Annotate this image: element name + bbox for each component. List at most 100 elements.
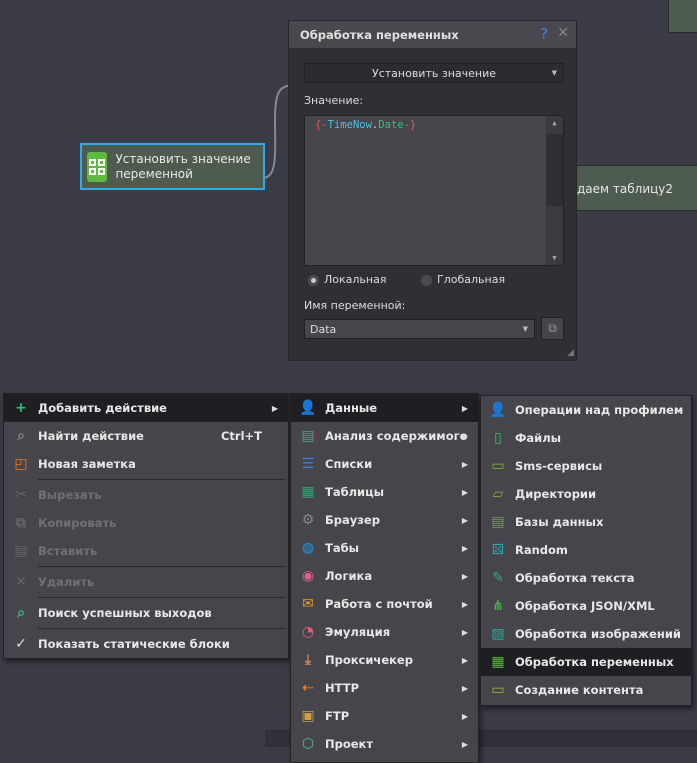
menu-item[interactable]: ▭ Создание контента xyxy=(481,676,691,704)
action-select[interactable]: Установить значение ▼ xyxy=(304,63,564,83)
copy-icon: ⧉ xyxy=(16,515,26,531)
radio-local[interactable]: Локальная xyxy=(307,273,386,287)
file-icon: ▯ xyxy=(494,430,502,446)
menu-item[interactable]: ⋔ Обработка JSON/XML xyxy=(481,592,691,620)
menu-separator xyxy=(38,566,285,567)
menu-item[interactable]: ⧉ Копировать xyxy=(4,509,288,537)
menu-separator xyxy=(38,479,285,480)
menu-item[interactable]: ⤓ Проксичекер ▶ xyxy=(291,646,478,674)
tree-icon: ⋔ xyxy=(492,598,504,614)
menu-item[interactable]: ⌕ Найти действие Ctrl+T xyxy=(4,422,288,450)
menu-item-label: Работа с почтой xyxy=(325,597,433,611)
scrollbar[interactable]: ▲ ▼ xyxy=(546,116,563,265)
chevron-right-icon: ▶ xyxy=(461,403,468,413)
menu-item-label: Поиск успешных выходов xyxy=(38,606,212,620)
chevron-right-icon: ▶ xyxy=(461,431,468,441)
cube-icon: ⬡ xyxy=(301,736,315,752)
menu-item-label: Файлы xyxy=(515,431,562,445)
scroll-down-icon[interactable]: ▼ xyxy=(546,254,563,262)
menu-item[interactable]: ▦ Таблицы ▶ xyxy=(291,478,478,506)
canvas-node-set-variable[interactable]: Установить значение переменной xyxy=(80,143,265,190)
menu-item[interactable]: ▯ Файлы xyxy=(481,424,691,452)
menu-item[interactable]: 👤 Операции над профилем xyxy=(481,396,691,424)
menu-item-label: Обработка JSON/XML xyxy=(515,599,655,613)
menu-item-label: Обработка текста xyxy=(515,571,635,585)
menu-item[interactable]: ◰ Новая заметка xyxy=(4,450,288,478)
menu-item[interactable]: ⚙ Браузер ▶ xyxy=(291,506,478,534)
menu-item-label: Random xyxy=(515,543,568,557)
menu-item-label: Таблицы xyxy=(325,485,385,499)
copy-button[interactable]: ⧉ xyxy=(541,317,564,340)
download-icon: ⤓ xyxy=(304,652,312,668)
varname-value: Data xyxy=(310,322,337,336)
chevron-right-icon: ▶ xyxy=(461,683,468,693)
action-select-value: Установить значение xyxy=(372,66,496,80)
menu-item-label: Табы xyxy=(325,541,360,555)
token: -} xyxy=(403,119,417,131)
gear-icon: ⚙ xyxy=(301,512,315,528)
menu-item[interactable]: ▭ Sms-сервисы xyxy=(481,452,691,480)
menu-item[interactable]: ▦ Обработка переменных xyxy=(481,648,691,676)
node-label: Установить значение переменной xyxy=(115,151,251,181)
menu-item[interactable]: ✎ Обработка текста xyxy=(481,564,691,592)
menu-item[interactable]: ✓ Показать статические блоки xyxy=(4,630,288,658)
scroll-up-icon[interactable]: ▲ xyxy=(546,119,563,127)
menu-item-label: Проект xyxy=(325,737,374,751)
dialog-titlebar[interactable]: Обработка переменных xyxy=(289,21,576,48)
menu-item-label: Браузер xyxy=(325,513,380,527)
menu-item[interactable]: ⇠ HTTP ▶ xyxy=(291,674,478,702)
help-icon[interactable]: ? xyxy=(540,25,548,43)
menu-item[interactable]: ▱ Директории xyxy=(481,480,691,508)
menu-item[interactable]: ✉ Работа с почтой ▶ xyxy=(291,590,478,618)
variables-grid-icon xyxy=(87,151,108,182)
list-icon: ☰ xyxy=(301,456,315,472)
menu-item-label: FTP xyxy=(325,709,350,723)
menu-item-label: Данные xyxy=(325,401,378,415)
chat-icon: ▭ xyxy=(491,458,505,474)
menu-item-label: Удалить xyxy=(38,575,95,589)
token: {- xyxy=(315,119,328,131)
token: TimeNow xyxy=(327,119,372,131)
canvas-node-table[interactable]: даем таблицу2 xyxy=(568,165,697,211)
folder-icon: ▱ xyxy=(492,486,504,502)
menu-item[interactable]: ▤ Анализ содержимого ▶ xyxy=(291,422,478,450)
table-icon: ▦ xyxy=(301,484,315,500)
menu-item-label: Добавить действие xyxy=(38,401,167,415)
menu-item[interactable]: ◍ Табы ▶ xyxy=(291,534,478,562)
menu-item[interactable]: ▤ Вставить xyxy=(4,537,288,565)
mail-icon: ✉ xyxy=(302,596,314,612)
menu-item[interactable]: ◔ Эмуляция ▶ xyxy=(291,618,478,646)
value-label: Значение: xyxy=(304,94,364,107)
menu-item[interactable]: ✂ Вырезать xyxy=(4,481,288,509)
menu-item[interactable]: ⌕ Поиск успешных выходов xyxy=(4,599,288,627)
menu-item-label: Новая заметка xyxy=(38,457,136,471)
radio-icon xyxy=(307,273,320,287)
menu-item[interactable]: ◉ Логика ▶ xyxy=(291,562,478,590)
value-textarea[interactable]: {-TimeNow.Date-} ▲ ▼ xyxy=(304,115,564,266)
radio-global[interactable]: Глобальная xyxy=(420,273,505,287)
dialog-title: Обработка переменных xyxy=(300,27,459,42)
menu-item[interactable]: ▨ Обработка изображений xyxy=(481,620,691,648)
menu-item[interactable]: + Добавить действие ▶ xyxy=(4,394,288,422)
menu-item[interactable]: ▤ Базы данных xyxy=(481,508,691,536)
note-icon: ◰ xyxy=(14,456,28,472)
menu-item[interactable]: ▣ FTP ▶ xyxy=(291,702,478,730)
varname-select[interactable]: Data ▼ xyxy=(304,319,535,339)
menu-item[interactable]: ☰ Списки ▶ xyxy=(291,450,478,478)
menu-item[interactable]: ✕ Удалить xyxy=(4,568,288,596)
resize-grip-icon[interactable]: ◢ xyxy=(567,348,574,358)
menu-item[interactable]: ⚄ Random xyxy=(481,536,691,564)
add-action-submenu: 👤 Данные ▶ ▤ Анализ содержимого ▶ ☰ Списки ▶ ▦ Таб… xyxy=(290,393,479,763)
menu-item-label: Анализ содержимого xyxy=(325,429,468,443)
menu-item-label: Директории xyxy=(515,487,597,501)
close-icon[interactable]: ✕ xyxy=(557,25,569,41)
menu-item-label: HTTP xyxy=(325,681,360,695)
menu-item[interactable]: 👤 Данные ▶ xyxy=(291,394,478,422)
user-icon: 👤 xyxy=(489,402,507,418)
canvas-node-top-right[interactable] xyxy=(668,0,697,33)
chevron-right-icon: ▶ xyxy=(461,543,468,553)
delete-icon: ✕ xyxy=(15,574,27,590)
context-menu: + Добавить действие ▶ ⌕ Найти действие Ctrl+T… xyxy=(3,393,289,659)
plus-icon: + xyxy=(15,400,27,416)
menu-item[interactable]: ⬡ Проект ▶ xyxy=(291,730,478,758)
